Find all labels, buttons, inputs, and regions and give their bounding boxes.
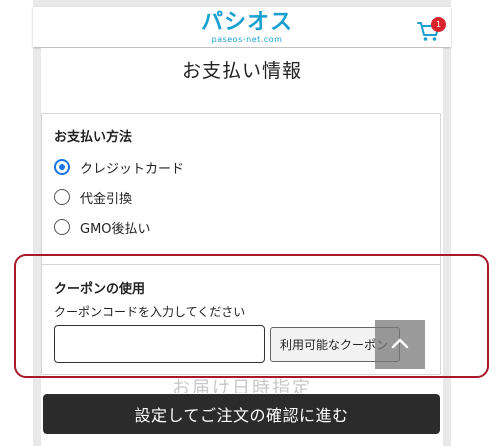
payment-option-cash-on-delivery[interactable]: 代金引換 xyxy=(54,187,132,207)
payment-option-label: GMO後払い xyxy=(80,221,151,237)
logo-text: パシオス xyxy=(201,10,294,35)
section-divider xyxy=(42,264,440,265)
confirm-order-button[interactable]: 設定してご注文の確認に進む xyxy=(43,394,440,434)
radio-button[interactable] xyxy=(54,219,70,235)
delivery-date-heading-partial: お届け日時指定 xyxy=(172,378,312,393)
scroll-to-top-button[interactable] xyxy=(375,320,425,369)
payment-option-label: クレジットカード xyxy=(80,161,185,177)
coupon-heading: クーポンの使用 xyxy=(54,282,146,297)
logo-subtext: paseos-net.com xyxy=(211,35,283,44)
coupon-code-input[interactable] xyxy=(54,325,265,363)
radio-button[interactable] xyxy=(54,189,70,205)
cart-button[interactable]: 1 xyxy=(417,17,446,43)
payment-option-gmo-deferred[interactable]: GMO後払い xyxy=(54,217,151,237)
radio-button[interactable] xyxy=(54,159,70,175)
site-logo[interactable]: パシオス paseos-net.com xyxy=(201,10,294,45)
coupon-description: クーポンコードを入力してください xyxy=(54,305,246,319)
payment-method-heading: お支払い方法 xyxy=(54,130,133,145)
payment-option-label: 代金引換 xyxy=(80,191,133,207)
site-header: パシオス paseos-net.com 1 xyxy=(33,7,451,47)
payment-option-credit-card[interactable]: クレジットカード xyxy=(54,157,184,177)
cart-count-badge: 1 xyxy=(431,17,446,32)
page-title: お支払い情報 xyxy=(181,60,302,82)
chevron-up-icon xyxy=(391,338,409,349)
